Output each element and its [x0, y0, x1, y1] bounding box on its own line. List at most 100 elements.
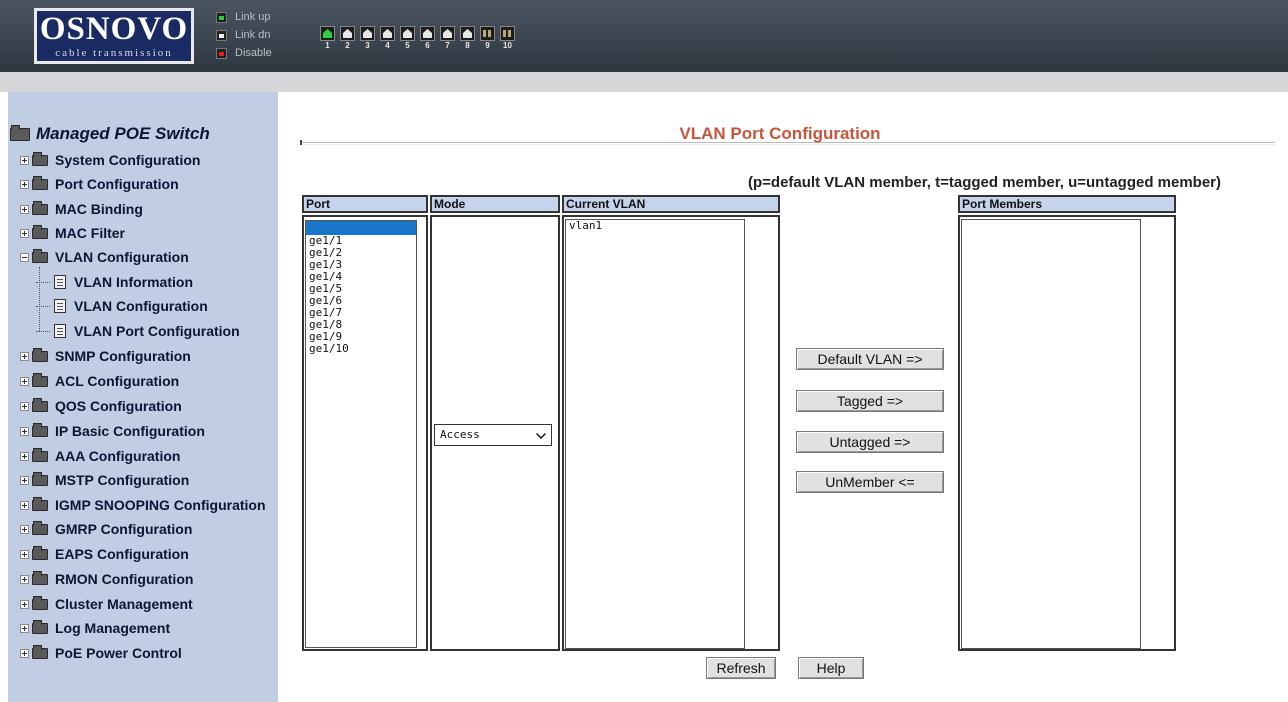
expand-icon[interactable] — [20, 524, 29, 534]
port-1[interactable]: 1 — [318, 26, 337, 50]
refresh-button[interactable]: Refresh — [706, 657, 776, 679]
expand-icon[interactable] — [20, 623, 29, 633]
port-option-selected[interactable] — [306, 221, 416, 235]
osnovo-logo: OSNOVO cable transmission — [34, 8, 194, 64]
sidebar-item-gmrp-configuration[interactable]: GMRP Configuration — [20, 519, 192, 539]
sidebar-item-acl-configuration[interactable]: ACL Configuration — [20, 371, 179, 391]
folder-icon — [32, 347, 48, 362]
current-vlan-listbox[interactable]: vlan1 — [565, 219, 745, 649]
port-listbox[interactable]: ge1/1 ge1/2 ge1/3 ge1/4 ge1/5 ge1/6 ge1/… — [305, 220, 417, 648]
port-3[interactable]: 3 — [358, 26, 377, 50]
sidebar-item-eaps-configuration[interactable]: EAPS Configuration — [20, 544, 189, 564]
folder-icon — [32, 372, 48, 387]
port-10[interactable]: 10 — [498, 26, 517, 50]
expand-icon[interactable] — [20, 648, 29, 658]
sidebar-item-igmp-snooping-configuration[interactable]: IGMP SNOOPING Configuration — [20, 495, 266, 515]
expand-icon[interactable] — [20, 426, 29, 436]
port-option[interactable]: ge1/10 — [306, 343, 416, 355]
sidebar-item-poe-power-control[interactable]: PoE Power Control — [20, 643, 182, 663]
port-number: 5 — [405, 41, 410, 50]
port-number: 9 — [485, 41, 490, 50]
port-2[interactable]: 2 — [338, 26, 357, 50]
ethernet-port-icon — [420, 26, 435, 41]
ethernet-port-icon — [320, 26, 335, 41]
sidebar-item-label: GMRP Configuration — [55, 521, 193, 537]
port-9[interactable]: 9 — [478, 26, 497, 50]
expand-icon[interactable] — [20, 549, 29, 559]
sidebar-item-snmp-configuration[interactable]: SNMP Configuration — [20, 346, 191, 366]
ethernet-port-icon — [400, 26, 415, 41]
sidebar-item-label: EAPS Configuration — [55, 546, 189, 562]
port-number: 3 — [365, 41, 370, 50]
port-4[interactable]: 4 — [378, 26, 397, 50]
sidebar-item-mac-filter[interactable]: MAC Filter — [20, 223, 125, 243]
folder-icon — [32, 545, 48, 560]
folder-icon — [32, 619, 48, 634]
sidebar-item-aaa-configuration[interactable]: AAA Configuration — [20, 446, 180, 466]
legend-label: Link up — [235, 11, 271, 23]
sidebar-item-rmon-configuration[interactable]: RMON Configuration — [20, 569, 193, 589]
sidebar-item-label: MAC Binding — [55, 201, 143, 217]
sidebar-item-qos-configuration[interactable]: QOS Configuration — [20, 396, 182, 416]
port-number: 7 — [445, 41, 450, 50]
ethernet-port-icon — [460, 26, 475, 41]
sidebar-item-label: System Configuration — [55, 152, 201, 168]
collapse-icon[interactable] — [20, 252, 29, 262]
port-status-legend: Link up Link dn Disable — [216, 8, 272, 62]
expand-icon[interactable] — [20, 451, 29, 461]
sidebar-item-cluster-management[interactable]: Cluster Management — [20, 594, 193, 614]
ethernet-port-icon — [440, 26, 455, 41]
sidebar-subitem-vlan-information[interactable]: VLAN Information — [36, 272, 193, 292]
expand-icon[interactable] — [20, 204, 29, 214]
expand-icon[interactable] — [20, 179, 29, 189]
chevron-down-icon — [536, 429, 546, 439]
unmember-button[interactable]: UnMember <= — [796, 471, 944, 493]
expand-icon[interactable] — [20, 155, 29, 165]
sidebar-item-port-configuration[interactable]: Port Configuration — [20, 174, 179, 194]
folder-icon — [32, 200, 48, 215]
expand-icon[interactable] — [20, 599, 29, 609]
help-button[interactable]: Help — [798, 657, 864, 679]
folder-icon — [32, 496, 48, 511]
expand-icon[interactable] — [20, 500, 29, 510]
folder-open-icon — [10, 124, 30, 141]
expand-icon[interactable] — [20, 401, 29, 411]
tagged-button[interactable]: Tagged => — [796, 390, 944, 412]
expand-icon[interactable] — [20, 376, 29, 386]
sidebar-item-label: VLAN Configuration — [55, 249, 189, 265]
default-vlan-button[interactable]: Default VLAN => — [796, 348, 944, 370]
expand-icon[interactable] — [20, 574, 29, 584]
sidebar-item-label: MAC Filter — [55, 225, 125, 241]
sidebar-subitem-vlan-port-configuration[interactable]: VLAN Port Configuration — [36, 321, 240, 341]
folder-icon — [32, 447, 48, 462]
port-6[interactable]: 6 — [418, 26, 437, 50]
port-5[interactable]: 5 — [398, 26, 417, 50]
sidebar-item-mac-binding[interactable]: MAC Binding — [20, 199, 143, 219]
sidebar-item-log-management[interactable]: Log Management — [20, 618, 170, 638]
port-members-column — [958, 215, 1176, 651]
sidebar-item-ip-basic-configuration[interactable]: IP Basic Configuration — [20, 421, 205, 441]
sidebar-tree: Managed POE Switch System Configuration … — [8, 92, 278, 702]
expand-icon[interactable] — [20, 228, 29, 238]
vlan-option[interactable]: vlan1 — [566, 220, 744, 232]
mode-select[interactable]: Access — [434, 424, 552, 446]
sidebar-subitem-vlan-configuration[interactable]: VLAN Configuration — [36, 296, 208, 316]
port-panel: 1 2 3 4 5 6 7 8 9 10 — [318, 26, 518, 50]
expand-icon[interactable] — [20, 351, 29, 361]
sidebar-item-system-configuration[interactable]: System Configuration — [20, 150, 200, 170]
expand-icon[interactable] — [20, 475, 29, 485]
sidebar-item-label: SNMP Configuration — [55, 348, 191, 364]
document-icon — [54, 299, 66, 313]
sidebar-item-vlan-configuration[interactable]: VLAN Configuration — [20, 247, 189, 267]
logo-tagline: cable transmission — [55, 47, 173, 59]
tree-root[interactable]: Managed POE Switch — [10, 124, 210, 144]
ethernet-port-icon — [360, 26, 375, 41]
sidebar-item-label: PoE Power Control — [55, 645, 182, 661]
port-members-listbox[interactable] — [961, 219, 1141, 649]
port-8[interactable]: 8 — [458, 26, 477, 50]
fiber-port-icon — [480, 26, 495, 41]
port-7[interactable]: 7 — [438, 26, 457, 50]
ethernet-port-icon — [380, 26, 395, 41]
untagged-button[interactable]: Untagged => — [796, 431, 944, 453]
sidebar-item-mstp-configuration[interactable]: MSTP Configuration — [20, 470, 189, 490]
